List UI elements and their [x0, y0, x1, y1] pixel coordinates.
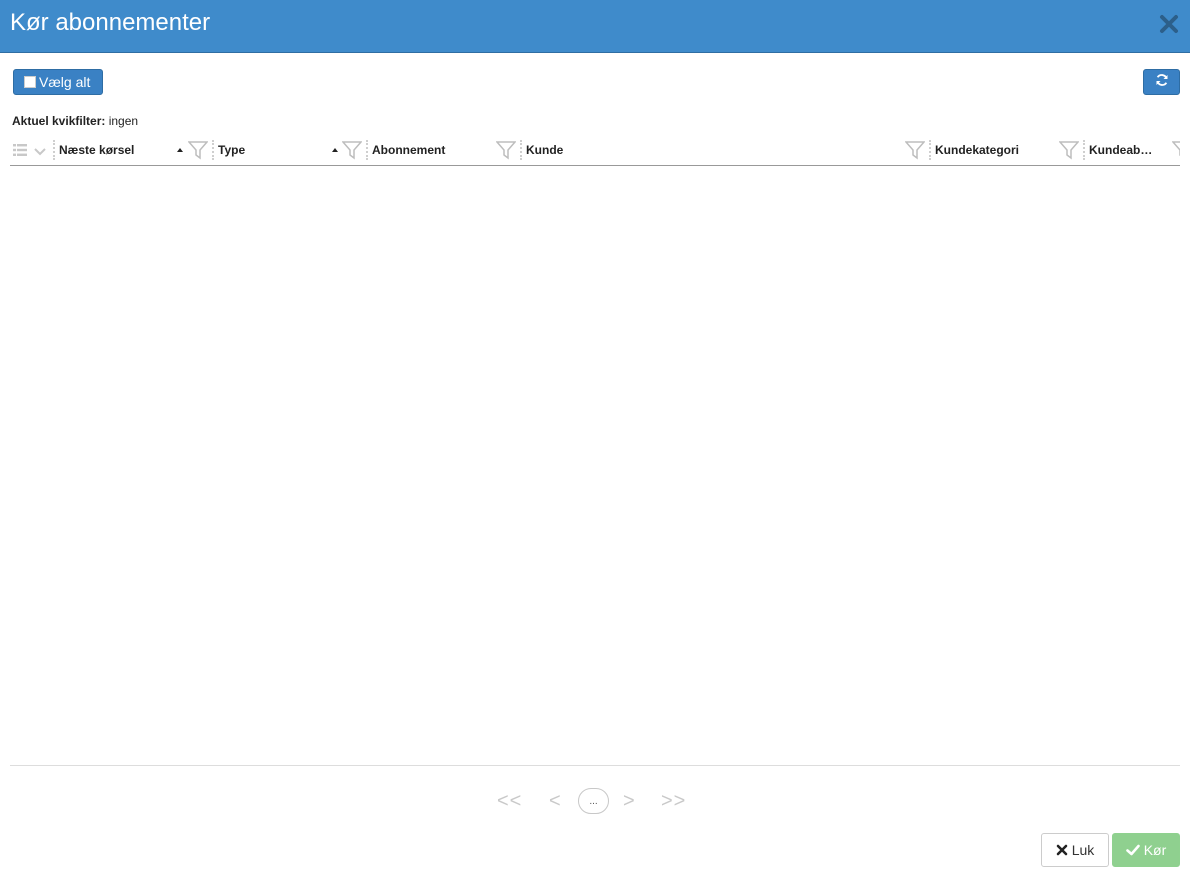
- filter-icon[interactable]: [1172, 140, 1180, 160]
- select-all-button[interactable]: Vælg alt: [13, 69, 103, 95]
- filter-icon[interactable]: [495, 140, 517, 160]
- pager: << < ... > >>: [0, 788, 1190, 816]
- refresh-icon: [1155, 73, 1169, 92]
- first-page-button[interactable]: <<: [497, 790, 522, 813]
- refresh-button[interactable]: [1143, 69, 1180, 95]
- run-button-label: Kør: [1143, 842, 1167, 858]
- checkbox-icon: [24, 76, 36, 88]
- filter-icon[interactable]: [341, 140, 363, 160]
- checkmark-icon: [1125, 844, 1140, 856]
- grid-body: [10, 166, 1180, 766]
- quickfilter-value: ingen: [108, 114, 139, 128]
- column-separator: [520, 140, 522, 160]
- quickfilter-label: Aktuel kvikfilter:: [12, 114, 106, 128]
- previous-page-button[interactable]: <: [549, 790, 562, 813]
- column-chooser-icon[interactable]: [13, 143, 27, 156]
- run-button[interactable]: Kør: [1112, 833, 1180, 867]
- filter-icon[interactable]: [904, 140, 926, 160]
- column-separator: [212, 140, 214, 160]
- sort-ascending-icon: [177, 148, 183, 152]
- close-button-label: Luk: [1071, 842, 1095, 858]
- current-page-indicator: ...: [578, 788, 609, 814]
- close-button[interactable]: Luk: [1041, 833, 1109, 867]
- column-separator: [1083, 140, 1085, 160]
- quickfilter-status: Aktuel kvikfilter: ingen: [12, 114, 138, 128]
- column-header-subscription[interactable]: Abonnement: [372, 143, 445, 157]
- close-icon[interactable]: [1157, 12, 1181, 36]
- column-separator: [929, 140, 931, 160]
- column-header-customer-category[interactable]: Kundekategori: [935, 143, 1019, 157]
- column-header-customer[interactable]: Kunde: [526, 143, 563, 157]
- modal-header: Kør abonnementer: [0, 0, 1190, 53]
- next-page-button[interactable]: >: [623, 790, 636, 813]
- column-separator: [366, 140, 368, 160]
- modal-title: Kør abonnementer: [10, 9, 211, 36]
- filter-icon[interactable]: [187, 140, 209, 160]
- chevron-down-icon[interactable]: [34, 144, 46, 156]
- sort-ascending-icon: [332, 148, 338, 152]
- column-header-next-run[interactable]: Næste kørsel: [59, 143, 134, 157]
- column-header-type[interactable]: Type: [218, 143, 245, 157]
- select-all-label: Vælg alt: [39, 74, 91, 90]
- grid-header: Næste kørsel Type Abonnement Kunde Kunde…: [10, 136, 1180, 166]
- filter-icon[interactable]: [1058, 140, 1080, 160]
- close-icon: [1056, 844, 1068, 856]
- column-separator: [53, 140, 55, 160]
- column-header-customer-subscription[interactable]: Kundeab…: [1089, 143, 1152, 157]
- last-page-button[interactable]: >>: [661, 790, 686, 813]
